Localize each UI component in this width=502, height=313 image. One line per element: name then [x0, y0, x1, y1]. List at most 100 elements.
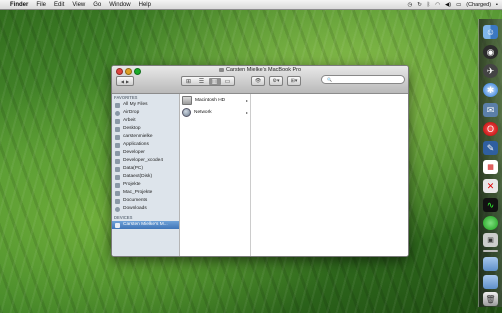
quick-look-button[interactable]: 👁 — [251, 76, 265, 86]
action-menu-button[interactable]: ⚙▾ — [269, 76, 283, 86]
arrange-icon: ⊞▾ — [290, 78, 298, 84]
search-field[interactable]: 🔍 — [321, 75, 405, 84]
sidebar-item-label: Data(PC) — [123, 166, 143, 171]
sidebar-item-all-my-files[interactable]: All My Files — [112, 101, 179, 109]
bluetooth-icon[interactable]: ᛒ — [427, 2, 430, 8]
home-icon — [115, 134, 120, 140]
facetime-icon[interactable] — [483, 216, 498, 230]
menu-file[interactable]: File — [36, 2, 46, 8]
dock: ☺ ◉ ✈ ✱ ✉ O ✎ ▦ ✕ ∿ ▣ 🗑 — [478, 19, 502, 307]
trash-icon[interactable]: 🗑 — [483, 292, 498, 306]
opera-icon[interactable]: O — [483, 122, 498, 136]
documents-icon — [115, 198, 120, 204]
documents-folder-icon[interactable] — [483, 275, 498, 289]
launchpad-icon[interactable]: ✈ — [483, 64, 498, 78]
menu-edit[interactable]: Edit — [54, 2, 64, 8]
window-title-container: Carsten Mielke’s MacBook Pro — [112, 67, 408, 73]
computer-icon — [218, 67, 224, 72]
list-item-macintosh-hd[interactable]: Macintosh HD ▸ — [180, 94, 250, 106]
disclosure-arrow-icon: ▸ — [245, 97, 248, 103]
xcode-icon[interactable]: ✎ — [483, 141, 498, 155]
sync-icon[interactable]: ↻ — [417, 2, 422, 8]
sidebar: FAVORITES All My Files AirDrop Arbeit De… — [112, 94, 180, 256]
forward-button[interactable]: ▶ — [126, 79, 129, 84]
column-view-button[interactable]: ▥ — [208, 77, 221, 85]
search-icon: 🔍 — [327, 77, 332, 82]
battery-icon[interactable]: ▭ — [456, 2, 461, 8]
sidebar-item-label: carstenmielke — [123, 134, 153, 139]
all-files-icon — [115, 102, 120, 108]
icon-view-button[interactable]: ⊞ — [183, 78, 195, 85]
sidebar-item-arbeit[interactable]: Arbeit — [112, 117, 179, 125]
back-button[interactable]: ◀ — [121, 79, 124, 84]
arrange-menu-button[interactable]: ⊞▾ — [287, 76, 301, 86]
applications-folder-icon[interactable] — [483, 257, 498, 271]
folder-icon — [115, 190, 120, 196]
sidebar-item-label: Downloads — [123, 206, 147, 211]
menu-finder[interactable]: Finder — [10, 2, 28, 8]
preview-icon[interactable]: ▣ — [483, 233, 498, 247]
downloads-icon — [115, 206, 120, 212]
wifi-icon[interactable]: ◠ — [435, 2, 440, 8]
folder-icon — [115, 118, 120, 124]
finder-icon[interactable]: ☺ — [483, 25, 498, 39]
menu-go[interactable]: Go — [93, 2, 101, 8]
sidebar-item-documents[interactable]: Documents — [112, 197, 179, 205]
menu-view[interactable]: View — [72, 2, 85, 8]
sidebar-item-label: Dataext(Disk) — [123, 174, 153, 179]
applications-icon — [115, 142, 120, 148]
list-view-button[interactable]: ☰ — [196, 78, 208, 85]
sidebar-item-label: All My Files — [123, 102, 148, 107]
mail-icon[interactable]: ✉ — [483, 103, 498, 117]
activity-monitor-icon[interactable]: ∿ — [483, 198, 498, 212]
window-toolbar: Carsten Mielke’s MacBook Pro ◀ ▶ ⊞ ☰ ▥ ▭… — [112, 66, 408, 94]
folder-icon — [115, 150, 120, 156]
browser-column-2 — [251, 94, 408, 256]
sidebar-item-desktop[interactable]: Desktop — [112, 125, 179, 133]
volume-icon[interactable]: ◀) — [445, 2, 451, 8]
sidebar-item-applications[interactable]: Applications — [112, 141, 179, 149]
view-mode-control: ⊞ ☰ ▥ ▭ — [181, 76, 235, 86]
menu-window[interactable]: Window — [109, 2, 130, 8]
safari-icon[interactable]: ✱ — [483, 83, 498, 97]
airdrop-icon — [115, 110, 120, 116]
sidebar-item-label: Mac_Projekte — [123, 190, 153, 195]
sidebar-item-dataext-disk[interactable]: Dataext(Disk) — [112, 173, 179, 181]
sidebar-item-label: Carsten Mielke’s M... — [123, 222, 168, 227]
folder-icon — [115, 166, 120, 172]
coverflow-view-button[interactable]: ▭ — [222, 78, 234, 85]
sidebar-item-developer-xcode4[interactable]: Developer_xcode4 — [112, 157, 179, 165]
sidebar-item-developer[interactable]: Developer — [112, 149, 179, 157]
sidebar-item-label: Desktop — [123, 126, 141, 131]
desktop-icon — [115, 126, 120, 132]
time-machine-icon[interactable]: ◷ — [407, 2, 412, 8]
sidebar-item-airdrop[interactable]: AirDrop — [112, 109, 179, 117]
sidebar-item-home[interactable]: carstenmielke — [112, 133, 179, 141]
sidebar-item-label: AirDrop — [123, 110, 140, 115]
sidebar-item-macbook[interactable]: Carsten Mielke’s M... — [112, 221, 179, 229]
sidebar-item-mac-projekte[interactable]: Mac_Projekte — [112, 189, 179, 197]
divider-icon — [483, 250, 498, 252]
sidebar-item-label: Projekte — [123, 182, 141, 187]
list-item-network[interactable]: Network ▸ — [180, 106, 250, 118]
back-forward-control: ◀ ▶ — [116, 76, 134, 86]
folder-icon — [115, 158, 120, 164]
item-label: Network — [194, 109, 212, 115]
menu-extras: ◷ ↻ ᛒ ◠ ◀) ▭ (Charged) ▪ — [407, 0, 498, 10]
finder-window: Carsten Mielke’s MacBook Pro ◀ ▶ ⊞ ☰ ▥ ▭… — [111, 65, 409, 257]
calendar-icon[interactable]: ▦ — [483, 160, 498, 174]
sidebar-item-label: Applications — [123, 142, 149, 147]
menu-help[interactable]: Help — [139, 2, 151, 8]
hard-disk-icon — [182, 95, 192, 105]
user-icon[interactable]: ▪ — [496, 2, 498, 8]
menu-bar: Finder File Edit View Go Window Help ◷ ↻… — [0, 0, 502, 10]
folder-icon — [115, 174, 120, 180]
dashboard-icon[interactable]: ◉ — [483, 45, 498, 59]
sidebar-item-downloads[interactable]: Downloads — [112, 205, 179, 213]
crossover-icon[interactable]: ✕ — [483, 179, 498, 193]
battery-status[interactable]: (Charged) — [466, 2, 491, 8]
sidebar-item-projekte[interactable]: Projekte — [112, 181, 179, 189]
search-input[interactable] — [333, 77, 404, 83]
sidebar-item-data-pc[interactable]: Data(PC) — [112, 165, 179, 173]
window-title: Carsten Mielke’s MacBook Pro — [225, 67, 302, 73]
